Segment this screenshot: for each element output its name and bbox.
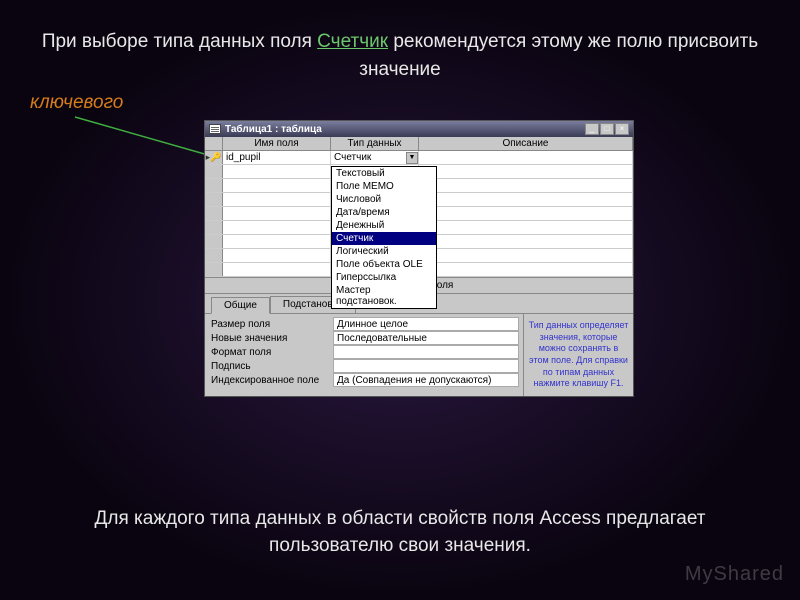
property-value[interactable]: Да (Совпадения не допускаются) xyxy=(333,373,519,387)
tab-general[interactable]: Общие xyxy=(211,297,270,314)
slide-heading: При выборе типа данных поля Счетчик реко… xyxy=(40,28,760,83)
highlight-counter: Счетчик xyxy=(317,31,388,52)
property-label: Новые значения xyxy=(205,331,333,345)
dropdown-option[interactable]: Числовой xyxy=(332,193,436,206)
dropdown-option[interactable]: Счетчик xyxy=(332,232,436,245)
close-button[interactable]: × xyxy=(615,123,629,135)
dropdown-option[interactable]: Мастер подстановок. xyxy=(332,284,436,308)
dropdown-option[interactable]: Гиперссылка xyxy=(332,271,436,284)
titlebar: Таблица1 : таблица _ □ × xyxy=(205,121,633,137)
slide-footer-text: Для каждого типа данных в области свойст… xyxy=(40,505,760,560)
row-selector[interactable]: ▸🔑 xyxy=(205,151,223,164)
description-cell[interactable] xyxy=(419,151,633,164)
dropdown-button[interactable]: ▼ xyxy=(406,152,418,164)
property-row: Новые значенияПоследовательные xyxy=(205,331,523,345)
access-table-window: Таблица1 : таблица _ □ × Имя поля Тип да… xyxy=(204,120,634,397)
primary-key-icon: ▸🔑 xyxy=(206,152,222,163)
table-row[interactable]: ▸🔑 id_pupil Счетчик ▼ xyxy=(205,151,633,165)
minimize-button[interactable]: _ xyxy=(585,123,599,135)
dropdown-option[interactable]: Поле объекта OLE xyxy=(332,258,436,271)
dropdown-option[interactable]: Логический xyxy=(332,245,436,258)
column-header-name: Имя поля xyxy=(223,137,331,150)
data-type-cell[interactable]: Счетчик ▼ xyxy=(331,151,419,164)
property-value[interactable] xyxy=(333,359,519,373)
table-icon xyxy=(209,124,221,134)
property-label: Формат поля xyxy=(205,345,333,359)
property-row: Подпись xyxy=(205,359,523,373)
column-header-desc: Описание xyxy=(419,137,633,150)
row-selector-header xyxy=(205,137,223,150)
dropdown-option[interactable]: Поле МЕМО xyxy=(332,180,436,193)
help-pane: Тип данных определяет значения, которые … xyxy=(523,314,633,396)
watermark: MyShared xyxy=(685,563,784,586)
data-type-dropdown[interactable]: ТекстовыйПоле МЕМОЧисловойДата/времяДене… xyxy=(331,166,437,309)
window-title: Таблица1 : таблица xyxy=(225,124,585,135)
dropdown-option[interactable]: Дата/время xyxy=(332,206,436,219)
column-header-type: Тип данных xyxy=(331,137,419,150)
property-row: Формат поля xyxy=(205,345,523,359)
dropdown-option[interactable]: Денежный xyxy=(332,219,436,232)
key-label: ключевого xyxy=(30,92,123,114)
field-name-cell[interactable]: id_pupil xyxy=(223,151,331,164)
maximize-button[interactable]: □ xyxy=(600,123,614,135)
property-value[interactable]: Длинное целое xyxy=(333,317,519,331)
property-label: Подпись xyxy=(205,359,333,373)
property-value[interactable] xyxy=(333,345,519,359)
dropdown-option[interactable]: Текстовый xyxy=(332,167,436,180)
property-value[interactable]: Последовательные xyxy=(333,331,519,345)
property-label: Размер поля xyxy=(205,317,333,331)
property-row: Индексированное полеДа (Совпадения не до… xyxy=(205,373,523,387)
properties-list: Размер поляДлинное целоеНовые значенияПо… xyxy=(205,314,523,396)
property-label: Индексированное поле xyxy=(205,373,333,387)
property-row: Размер поляДлинное целое xyxy=(205,317,523,331)
